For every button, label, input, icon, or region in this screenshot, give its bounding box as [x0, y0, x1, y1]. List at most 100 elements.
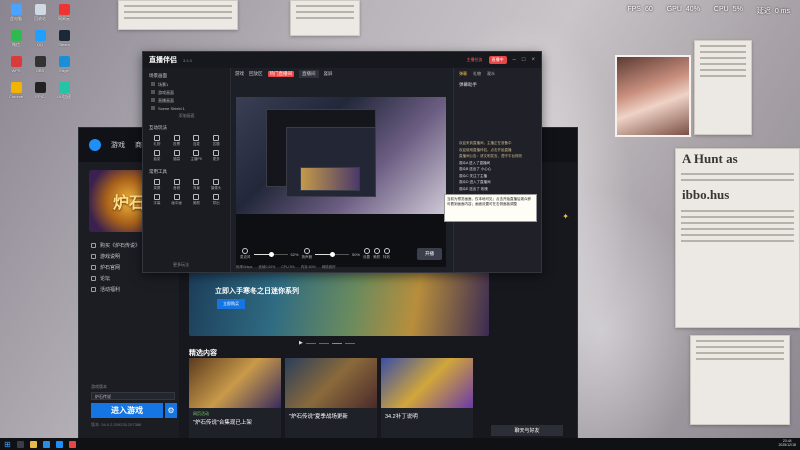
mic-volume-slider[interactable]	[253, 251, 288, 257]
search-icon[interactable]	[16, 440, 24, 448]
task-badge[interactable]: 主播任务	[467, 57, 483, 63]
settings-control[interactable]: 设置	[363, 248, 370, 260]
explorer-icon[interactable]	[29, 440, 37, 448]
desktop-shortcut[interactable]: 网易云	[52, 4, 76, 26]
tool-record[interactable]: 录屏	[147, 179, 167, 191]
stream-preview[interactable]: 麦克风 52% 扬声器 50% 设置 美颜 特效 开播	[236, 97, 446, 267]
desktop-shortcut[interactable]: 回收站	[28, 4, 52, 26]
browser-icon[interactable]	[42, 440, 50, 448]
friends-chat-button[interactable]: 聊天与好友	[491, 425, 563, 436]
tab-game[interactable]: 游戏	[235, 71, 244, 77]
tool-bag[interactable]: 福袋	[167, 150, 187, 162]
tool-audio[interactable]: 音频	[167, 179, 187, 191]
slider-knob[interactable]	[329, 251, 335, 257]
desktop-shortcut[interactable]: Edge	[52, 56, 76, 78]
tab-replay[interactable]: 回放区	[249, 71, 263, 77]
desktop-shortcut[interactable]: Steam	[52, 30, 76, 52]
quiz-icon	[213, 135, 220, 141]
chat-tab[interactable]: 观众	[487, 71, 495, 77]
record-icon	[153, 179, 160, 185]
tab-vertical[interactable]: 竖屏	[324, 71, 333, 77]
taskbar-clock[interactable]: 23:44 2025/12/18	[778, 439, 796, 448]
tool-pk[interactable]: 主播PK	[187, 150, 207, 162]
tool-camera[interactable]: 摄像头	[206, 179, 226, 191]
more-link[interactable]: 更多玩法	[173, 262, 189, 268]
stream-app-icon[interactable]	[68, 440, 76, 448]
tool-subtitle[interactable]: 字幕	[147, 194, 167, 206]
featured-card[interactable]: 网页活动 "炉石传说"合集现已上架	[189, 358, 281, 440]
mic-control[interactable]: 麦克风	[240, 248, 251, 260]
start-stream-button[interactable]: 开播	[417, 248, 442, 260]
scene-item[interactable]: Scene Shield 1	[143, 105, 230, 112]
slider-knob[interactable]	[268, 251, 274, 257]
tool-quiz[interactable]: 答题	[206, 135, 226, 147]
effects-control[interactable]: 特效	[383, 248, 390, 260]
scene-item[interactable]: 直播画面	[143, 97, 230, 105]
obs-left-panel: 场景画面 场景1 游戏画面 直播画面 Scene Shield 1 添加画面 互…	[143, 68, 231, 272]
desktop-shortcut[interactable]: WPS	[4, 56, 28, 78]
tab-games[interactable]: 游戏	[111, 140, 125, 150]
app-icon	[58, 4, 70, 15]
featured-title: 精选内容	[189, 350, 217, 357]
carousel-dot[interactable]	[318, 342, 329, 344]
chat-tab[interactable]: 礼物	[473, 71, 481, 77]
desktop-shortcut[interactable]: 此电脑	[4, 4, 28, 26]
desktop-shortcut[interactable]: 微信	[4, 30, 28, 52]
app-icon	[10, 4, 22, 15]
carousel-dot[interactable]	[331, 342, 342, 344]
subtitle-icon	[153, 194, 160, 200]
windows-start-icon[interactable]: ⊞	[4, 440, 11, 449]
clock-date: 2025/12/18	[778, 443, 796, 447]
speaker-volume-slider[interactable]	[315, 251, 350, 257]
shortcut-label: WPS	[11, 68, 21, 73]
minimize-icon[interactable]: –	[513, 57, 516, 63]
scene-item[interactable]: 游戏画面	[143, 89, 230, 97]
side-link-events[interactable]: 活动福利	[79, 284, 179, 295]
tool-pip[interactable]: 画中画	[167, 194, 187, 206]
scene-icon	[151, 98, 155, 102]
maximize-icon[interactable]: □	[522, 57, 526, 63]
scene-item[interactable]: 场景1	[143, 81, 230, 89]
play-button[interactable]: 进入游戏	[91, 403, 163, 418]
tool-link[interactable]: 连麦	[187, 135, 207, 147]
banner-title: 立即入手寒冬之日迷你系列	[215, 288, 299, 295]
battlenet-logo-icon[interactable]	[89, 139, 101, 151]
tool-bg[interactable]: 背景	[187, 179, 207, 191]
carousel-dot[interactable]	[344, 342, 355, 344]
desktop-shortcut[interactable]: UU加速	[52, 82, 76, 104]
tool-gift[interactable]: 礼物	[147, 135, 167, 147]
speaker-icon	[303, 248, 310, 254]
tool-beauty[interactable]: 美颜	[187, 194, 207, 206]
live-badge[interactable]: 直播中	[488, 56, 507, 64]
tool-lottery[interactable]: 抽奖	[147, 150, 167, 162]
gear-icon[interactable]: ⚙	[165, 403, 177, 418]
tab-room[interactable]: 直播间	[299, 70, 319, 78]
featured-card[interactable]: 34.2补丁说明	[381, 358, 473, 440]
battlenet-icon[interactable]	[55, 440, 63, 448]
chat-tab[interactable]: 弹幕	[459, 71, 467, 77]
sparkle-icon[interactable]: ✦	[562, 212, 569, 221]
desktop-shortcut[interactable]: EPIC	[28, 82, 52, 104]
speaker-control[interactable]: 扬声器	[302, 248, 312, 260]
play-icon[interactable]: ▶	[299, 340, 303, 346]
tool-more[interactable]: 更多	[206, 150, 226, 162]
close-icon[interactable]: ×	[531, 57, 535, 63]
featured-card[interactable]: "炉石传说"夏季战场更新	[285, 358, 377, 440]
version-select[interactable]: 炉石传说	[91, 392, 175, 400]
side-link-forum[interactable]: 论坛	[79, 273, 179, 284]
banner-buy-button[interactable]: 立即购买	[217, 299, 245, 309]
latency-readout: 延迟 0 ms	[756, 8, 790, 15]
app-icon	[34, 56, 46, 67]
desktop-shortcut[interactable]: Chrome	[4, 82, 28, 104]
tool-export[interactable]: 导出	[206, 194, 226, 206]
desktop-shortcut[interactable]: OBS	[28, 56, 52, 78]
card-title: "炉石传说"合集现已上架	[193, 420, 252, 426]
pip-icon	[173, 194, 180, 200]
app-icon	[58, 82, 70, 93]
add-scene-button[interactable]: 添加画面	[143, 112, 230, 120]
carousel-dot[interactable]	[305, 342, 316, 344]
tab-hot[interactable]: 热门直播间	[267, 71, 294, 77]
tool-vote[interactable]: 投票	[167, 135, 187, 147]
desktop-shortcut[interactable]: QQ	[28, 30, 52, 52]
beauty-control[interactable]: 美颜	[373, 248, 380, 260]
